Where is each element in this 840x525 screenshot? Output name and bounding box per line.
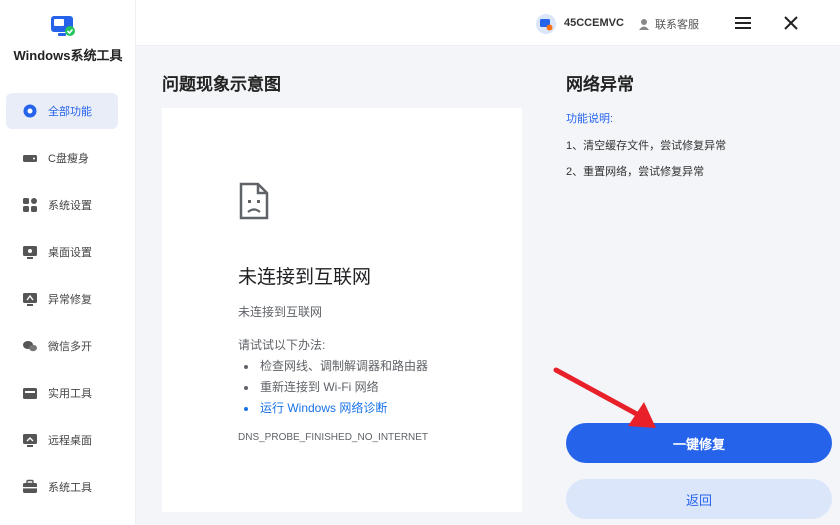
app-name: Windows系统工具 xyxy=(13,48,123,63)
error-preview: 未连接到互联网 未连接到互联网 请试试以下办法: 检查网线、调制解调器和路由器 … xyxy=(162,108,522,512)
support-link[interactable]: 联系客服 xyxy=(638,16,699,32)
pointer-arrow-icon xyxy=(553,367,656,428)
error-try-label: 请试试以下办法: xyxy=(238,338,326,352)
list-item: 重新连接到 Wi-Fi 网络 xyxy=(258,377,428,398)
back-button[interactable]: 返回 xyxy=(566,479,832,519)
user-headset-icon xyxy=(639,19,649,30)
sidebar-item-label: 远程桌面 xyxy=(48,435,92,447)
sidebar-item-label: 微信多开 xyxy=(48,341,92,353)
feature-description-label: 功能说明: xyxy=(566,113,614,125)
sidebar-item-repair[interactable]: 异常修复 xyxy=(6,281,118,317)
list-item: 检查网线、调制解调器和路由器 xyxy=(258,356,428,377)
error-code: DNS_PROBE_FINISHED_NO_INTERNET xyxy=(238,432,429,443)
sidebar-item-c-drive[interactable]: C盘瘦身 xyxy=(6,140,118,176)
sidebar-item-remote-desktop[interactable]: 远程桌面 xyxy=(6,422,118,458)
sidebar-item-desktop-settings[interactable]: 桌面设置 xyxy=(6,234,118,270)
monitor-icon xyxy=(22,244,38,260)
sidebar-item-system-settings[interactable]: 系统设置 xyxy=(6,187,118,223)
briefcase-icon xyxy=(22,479,38,495)
menu-icon[interactable] xyxy=(734,14,752,32)
feature-step: 1、清空缓存文件，尝试修复异常 xyxy=(566,140,727,152)
gear-icon xyxy=(22,103,38,119)
sidebar-item-label: 系统设置 xyxy=(48,200,92,212)
user-id: 45CCEMVC xyxy=(564,17,624,29)
error-subtitle: 未连接到互联网 xyxy=(238,305,323,319)
sidebar-item-label: C盘瘦身 xyxy=(48,153,89,165)
error-tips-list: 检查网线、调制解调器和路由器 重新连接到 Wi-Fi 网络 运行 Windows… xyxy=(258,356,428,419)
error-heading: 未连接到互联网 xyxy=(238,267,372,288)
sidebar-item-wechat[interactable]: 微信多开 xyxy=(6,328,118,364)
sad-page-icon xyxy=(239,182,269,220)
sidebar-item-system-tools[interactable]: 系统工具 xyxy=(6,469,118,505)
section-title: 问题现象示意图 xyxy=(162,75,281,94)
sidebar-item-label: 异常修复 xyxy=(48,294,92,306)
remote-icon xyxy=(22,432,38,448)
chat-icon xyxy=(22,338,38,354)
user-avatar-icon[interactable] xyxy=(536,14,556,34)
support-label: 联系客服 xyxy=(655,19,699,31)
feature-step: 2、重置网络，尝试修复异常 xyxy=(566,166,705,178)
sidebar-item-label: 实用工具 xyxy=(48,388,92,400)
topbar: 45CCEMVC 联系客服 xyxy=(136,0,840,46)
network-diagnostic-link[interactable]: 运行 Windows 网络诊断 xyxy=(258,398,428,419)
grid-icon xyxy=(22,197,38,213)
app-logo-icon xyxy=(51,16,75,36)
drive-icon xyxy=(22,150,38,166)
sidebar-item-utilities[interactable]: 实用工具 xyxy=(6,375,118,411)
close-icon[interactable] xyxy=(782,14,800,32)
sidebar-item-label: 系统工具 xyxy=(48,482,92,494)
toolbox-icon xyxy=(22,385,38,401)
sidebar: Windows系统工具 全部功能 C盘瘦身 系统设置 桌面设置 异常修复 微信多 xyxy=(0,0,136,525)
repair-icon xyxy=(22,291,38,307)
sidebar-item-label: 全部功能 xyxy=(48,106,92,118)
sidebar-item-label: 桌面设置 xyxy=(48,247,92,259)
sidebar-item-all-features[interactable]: 全部功能 xyxy=(6,93,118,129)
feature-title: 网络异常 xyxy=(566,75,634,94)
